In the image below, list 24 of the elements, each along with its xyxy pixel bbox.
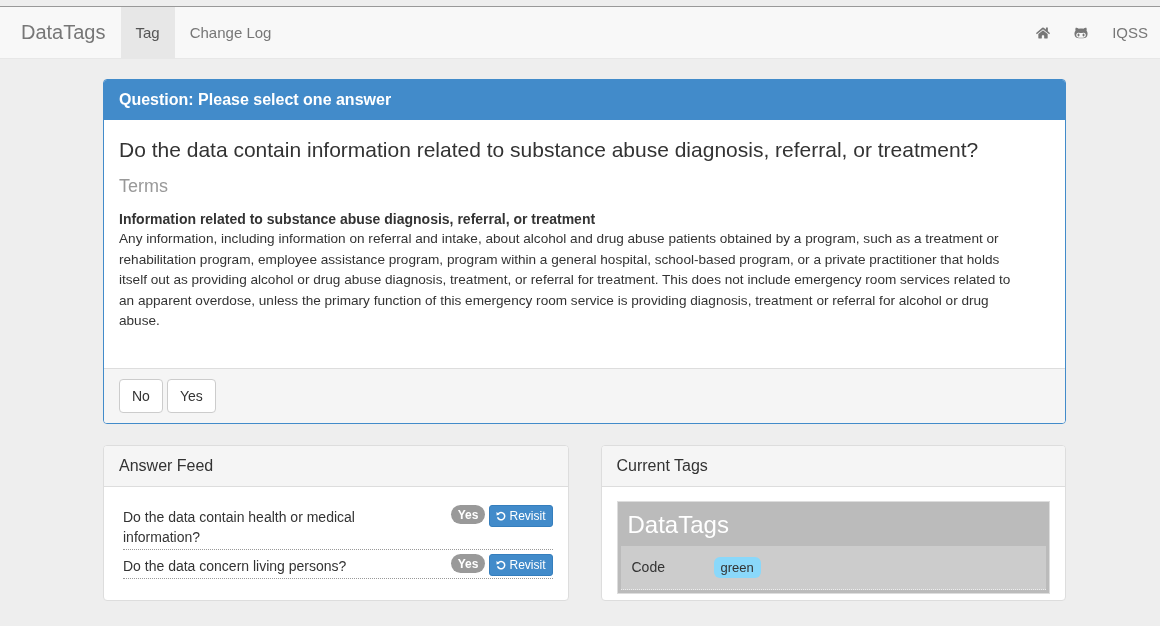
undo-icon [496, 510, 507, 521]
revisit-button[interactable]: Revisit [489, 504, 553, 527]
answer-button[interactable]: Yes [166, 378, 216, 413]
tag-value: green [713, 556, 761, 578]
terms-heading: Terms [119, 176, 169, 197]
panel-heading: Question: Please select one answer [104, 80, 1065, 120]
brand[interactable]: DataTags [6, 7, 121, 58]
term-title: Information related to substance abuse diagnosis, referral, or treatment [119, 210, 597, 229]
panel-heading: Current Tags [601, 445, 1065, 487]
term-definition: Any information, including information on referral and intake, about alcohol and drug abuse patients obtained by a program, such as a treatment or rehabilitation program, employee assistance program, program within a general hospital, school-based program, or a private practitioner that holds itself out as providing alcohol or drug abuse diagnosis, treatment, or referral for treatment. This does not include emergency room services related to an apparent overdose, unless the primary function of this emergency room service is providing diagnosis, treatment or referral for alcohol or drug abuse. [119, 230, 1012, 330]
question-text: Do the data contain information related to substance abuse diagnosis, referral, or treatment? [119, 138, 980, 162]
nav-link[interactable]: IQSS [1100, 7, 1160, 58]
answer-button[interactable]: No [119, 378, 163, 413]
tag-label: Code [631, 559, 666, 575]
nav-tab[interactable]: Tag [120, 7, 175, 58]
feed-question: Do the data concern living persons? [123, 556, 348, 576]
answer-badge: Yes [450, 504, 486, 524]
panel-heading: Answer Feed [104, 445, 568, 487]
feed-question: Do the data contain health or medical information? [123, 507, 356, 547]
answer-badge: Yes [450, 553, 486, 573]
revisit-button[interactable]: Revisit [489, 553, 553, 576]
tag-title: DataTags [626, 509, 730, 540]
nav-tab[interactable]: Change Log [174, 7, 287, 58]
undo-icon [496, 559, 507, 570]
